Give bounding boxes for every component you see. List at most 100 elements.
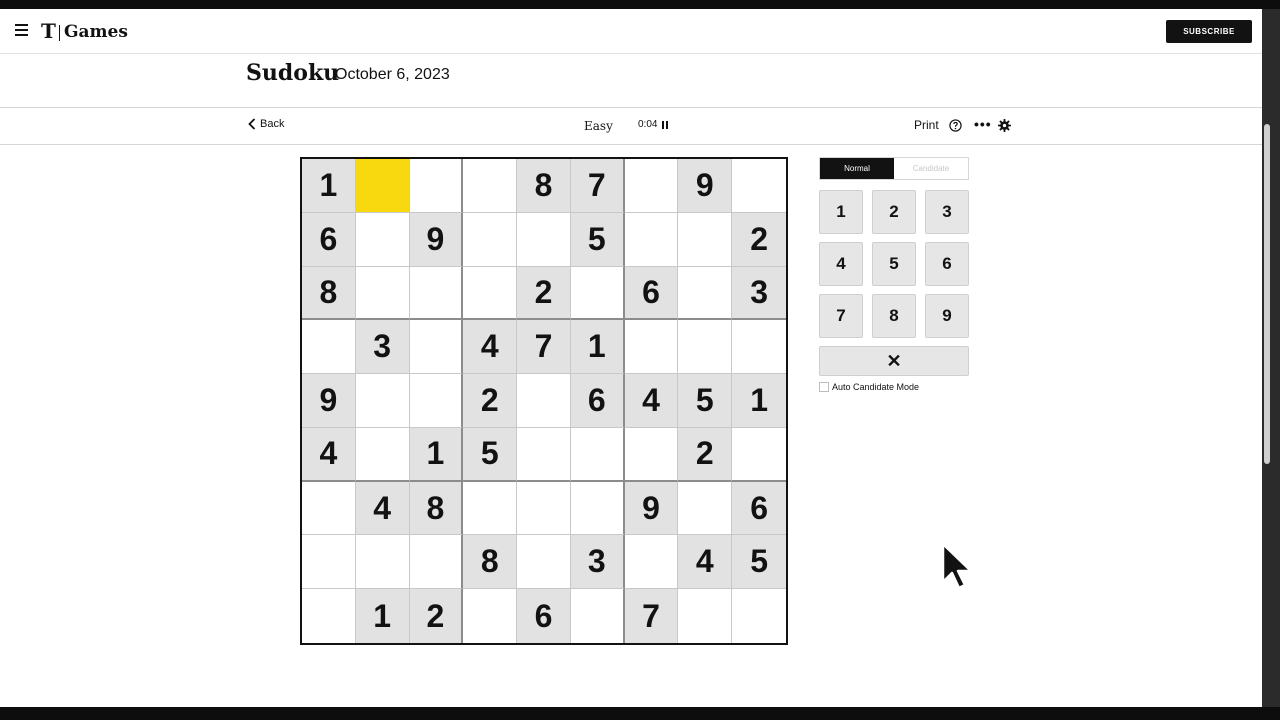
sudoku-cell-r9c3[interactable]: 2: [409, 589, 464, 643]
sudoku-cell-r3c1[interactable]: 8: [302, 266, 356, 321]
normal-mode-button[interactable]: Normal: [820, 158, 894, 179]
more-icon[interactable]: •••: [974, 116, 992, 132]
sudoku-cell-r4c9[interactable]: [732, 320, 786, 375]
sudoku-cell-r4c3[interactable]: [409, 320, 464, 375]
sudoku-cell-r9c9[interactable]: [732, 589, 786, 643]
number-key-8[interactable]: 8: [872, 294, 916, 338]
sudoku-cell-r5c7[interactable]: 4: [624, 374, 679, 428]
sudoku-cell-r1c9[interactable]: [732, 159, 786, 213]
sudoku-cell-r3c8[interactable]: [678, 266, 733, 321]
sudoku-cell-r7c1[interactable]: [302, 481, 356, 536]
sudoku-cell-r9c5[interactable]: 6: [517, 589, 571, 643]
sudoku-cell-r7c5[interactable]: [517, 481, 571, 536]
sudoku-cell-r4c4[interactable]: 4: [463, 320, 518, 375]
sudoku-cell-r2c8[interactable]: [678, 212, 733, 267]
sudoku-cell-r9c4[interactable]: [463, 589, 518, 643]
number-key-3[interactable]: 3: [925, 190, 969, 234]
sudoku-cell-r1c6[interactable]: 7: [570, 159, 625, 213]
sudoku-cell-r7c7[interactable]: 9: [624, 481, 679, 536]
number-key-7[interactable]: 7: [819, 294, 863, 338]
subscribe-button[interactable]: SUBSCRIBE: [1166, 20, 1252, 43]
sudoku-cell-r7c2[interactable]: 4: [355, 481, 410, 536]
sudoku-cell-r8c9[interactable]: 5: [732, 535, 786, 590]
sudoku-cell-r7c6[interactable]: [570, 481, 625, 536]
sudoku-cell-r2c9[interactable]: 2: [732, 212, 786, 267]
sudoku-cell-r8c1[interactable]: [302, 535, 356, 590]
sudoku-cell-r1c3[interactable]: [409, 159, 464, 213]
sudoku-cell-r3c7[interactable]: 6: [624, 266, 679, 321]
sudoku-cell-r6c1[interactable]: 4: [302, 427, 356, 482]
sudoku-cell-r6c8[interactable]: 2: [678, 427, 733, 482]
sudoku-cell-r2c7[interactable]: [624, 212, 679, 267]
sudoku-cell-r7c8[interactable]: [678, 481, 733, 536]
sudoku-cell-r1c2[interactable]: [355, 159, 410, 213]
sudoku-cell-r2c6[interactable]: 5: [570, 212, 625, 267]
print-button[interactable]: Print: [914, 118, 939, 132]
sudoku-cell-r3c5[interactable]: 2: [517, 266, 571, 321]
erase-button[interactable]: ✕: [819, 346, 969, 376]
sudoku-cell-r9c2[interactable]: 1: [355, 589, 410, 643]
sudoku-cell-r6c5[interactable]: [517, 427, 571, 482]
number-key-2[interactable]: 2: [872, 190, 916, 234]
sudoku-cell-r1c8[interactable]: 9: [678, 159, 733, 213]
sudoku-cell-r3c2[interactable]: [355, 266, 410, 321]
sudoku-cell-r6c9[interactable]: [732, 428, 786, 482]
sudoku-cell-r1c4[interactable]: [463, 159, 518, 213]
number-key-6[interactable]: 6: [925, 242, 969, 286]
sudoku-cell-r2c5[interactable]: [517, 212, 571, 267]
sudoku-cell-r4c2[interactable]: 3: [355, 320, 410, 375]
sudoku-cell-r8c8[interactable]: 4: [678, 535, 733, 590]
number-key-5[interactable]: 5: [872, 242, 916, 286]
sudoku-cell-r6c2[interactable]: [355, 427, 410, 482]
sudoku-cell-r9c1[interactable]: [302, 589, 356, 643]
sudoku-cell-r9c6[interactable]: [571, 589, 625, 643]
sudoku-cell-r8c4[interactable]: 8: [463, 535, 518, 590]
sudoku-cell-r8c3[interactable]: [409, 535, 464, 590]
sudoku-cell-r5c5[interactable]: [517, 374, 571, 428]
sudoku-cell-r5c1[interactable]: 9: [302, 374, 356, 428]
games-logo-text[interactable]: Games: [64, 22, 128, 42]
pause-icon[interactable]: [662, 121, 668, 129]
back-button[interactable]: Back: [248, 118, 284, 130]
nyt-logo[interactable]: T: [41, 19, 56, 43]
menu-icon[interactable]: [15, 24, 28, 36]
candidate-mode-button[interactable]: Candidate: [894, 158, 968, 179]
sudoku-cell-r4c8[interactable]: [678, 320, 733, 375]
sudoku-cell-r5c4[interactable]: 2: [463, 374, 518, 428]
sudoku-cell-r8c2[interactable]: [355, 535, 410, 590]
sudoku-cell-r7c4[interactable]: [463, 481, 518, 536]
sudoku-cell-r9c8[interactable]: [678, 589, 733, 643]
sudoku-cell-r8c7[interactable]: [624, 535, 679, 590]
sudoku-cell-r5c9[interactable]: 1: [732, 374, 786, 428]
sudoku-cell-r2c1[interactable]: 6: [302, 212, 356, 267]
help-icon[interactable]: [949, 119, 962, 132]
sudoku-cell-r5c2[interactable]: [355, 374, 410, 428]
sudoku-cell-r4c7[interactable]: [624, 320, 679, 375]
sudoku-cell-r2c3[interactable]: 9: [409, 212, 464, 267]
sudoku-cell-r6c7[interactable]: [624, 427, 679, 482]
sudoku-cell-r4c6[interactable]: 1: [570, 320, 625, 375]
sudoku-cell-r5c6[interactable]: 6: [570, 374, 625, 428]
sudoku-cell-r4c5[interactable]: 7: [517, 320, 571, 375]
sudoku-cell-r6c6[interactable]: [570, 427, 625, 482]
sudoku-cell-r1c7[interactable]: [624, 159, 679, 213]
number-key-4[interactable]: 4: [819, 242, 863, 286]
number-key-1[interactable]: 1: [819, 190, 863, 234]
auto-candidate-checkbox[interactable]: [819, 382, 829, 392]
sudoku-cell-r7c3[interactable]: 8: [409, 481, 464, 536]
sudoku-cell-r3c6[interactable]: [570, 266, 625, 321]
sudoku-cell-r5c3[interactable]: [409, 374, 464, 428]
sudoku-cell-r8c5[interactable]: [517, 535, 571, 590]
sudoku-cell-r2c2[interactable]: [355, 212, 410, 267]
number-key-9[interactable]: 9: [925, 294, 969, 338]
sudoku-cell-r7c9[interactable]: 6: [732, 481, 786, 536]
sudoku-cell-r1c5[interactable]: 8: [517, 159, 571, 213]
sudoku-cell-r6c3[interactable]: 1: [409, 427, 464, 482]
sudoku-cell-r4c1[interactable]: [302, 320, 356, 375]
sudoku-cell-r9c7[interactable]: 7: [624, 589, 679, 643]
sudoku-cell-r5c8[interactable]: 5: [678, 374, 733, 428]
sudoku-cell-r1c1[interactable]: 1: [302, 159, 356, 213]
scrollbar[interactable]: [1264, 124, 1270, 464]
sudoku-cell-r3c3[interactable]: [409, 266, 464, 321]
sudoku-cell-r8c6[interactable]: 3: [570, 535, 625, 590]
